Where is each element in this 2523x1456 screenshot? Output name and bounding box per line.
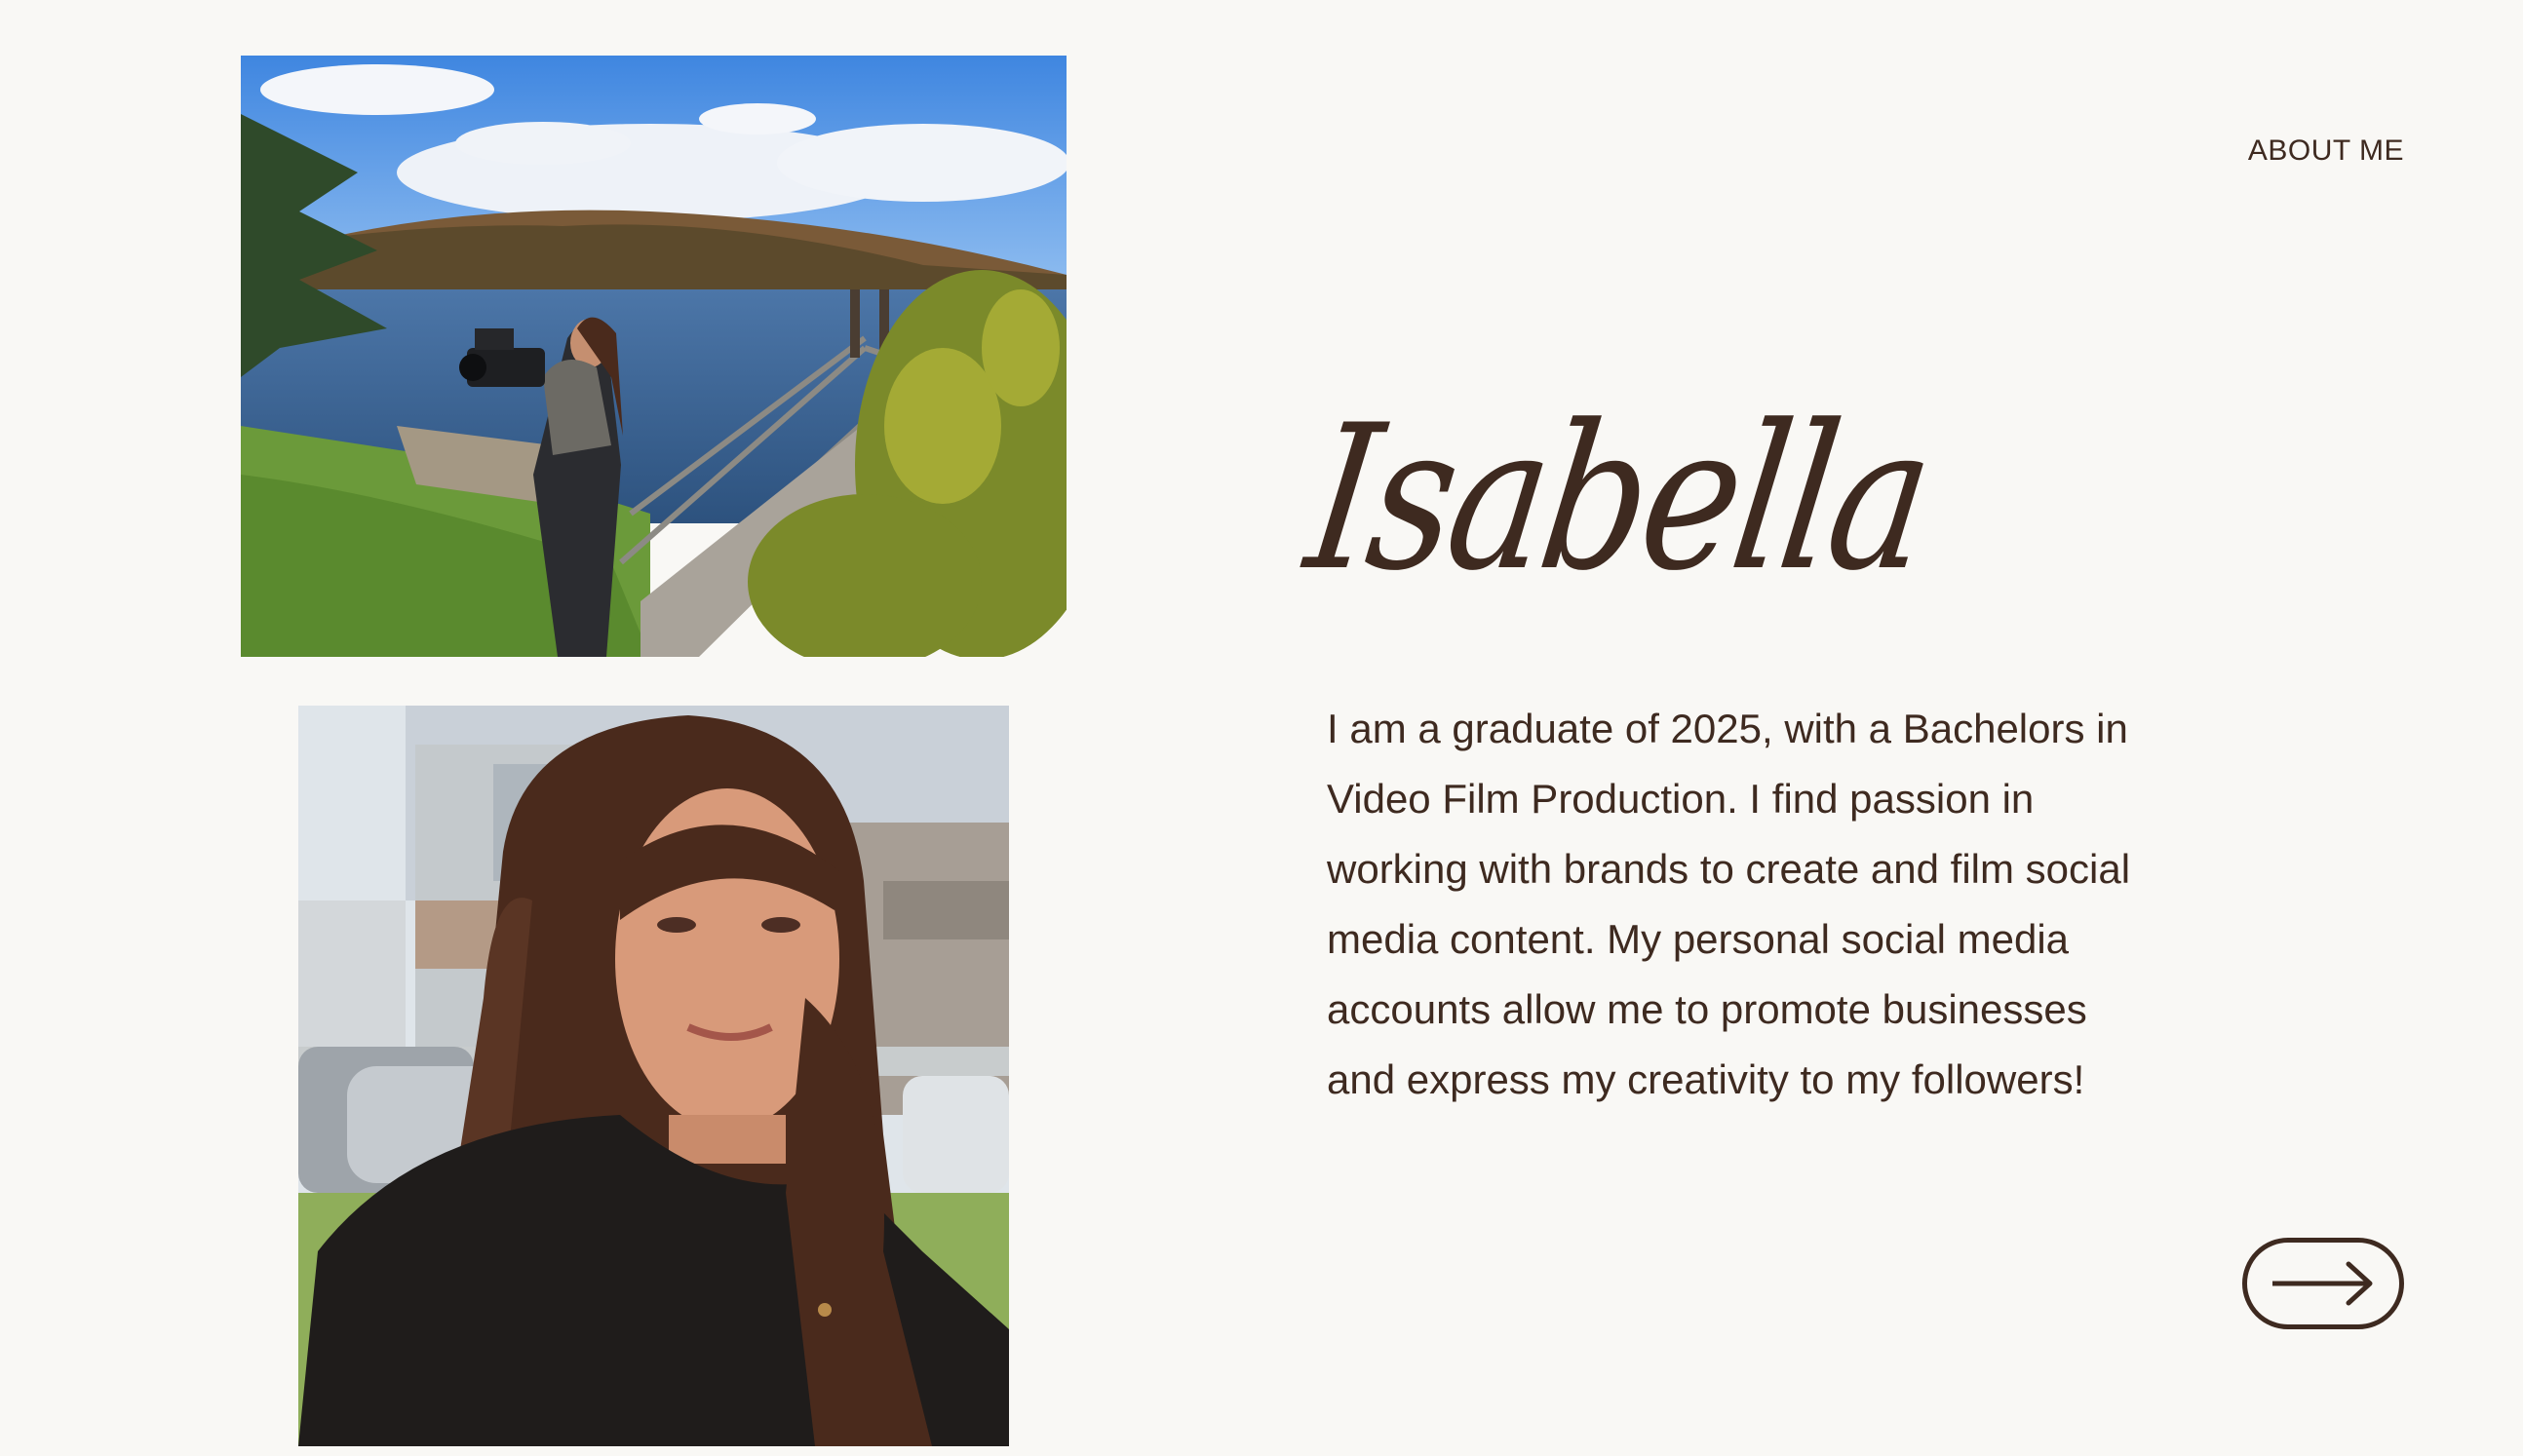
profile-bio: I am a graduate of 2025, with a Bachelor…	[1327, 706, 2131, 1102]
photo-filming-lakeside	[241, 56, 1067, 657]
arrow-right-icon	[2272, 1261, 2373, 1306]
photo-portrait	[298, 706, 1009, 1446]
nav-about-me[interactable]: ABOUT ME	[2248, 134, 2404, 168]
next-button[interactable]	[2242, 1238, 2404, 1329]
profile-name: Isabella	[1295, 383, 1941, 615]
